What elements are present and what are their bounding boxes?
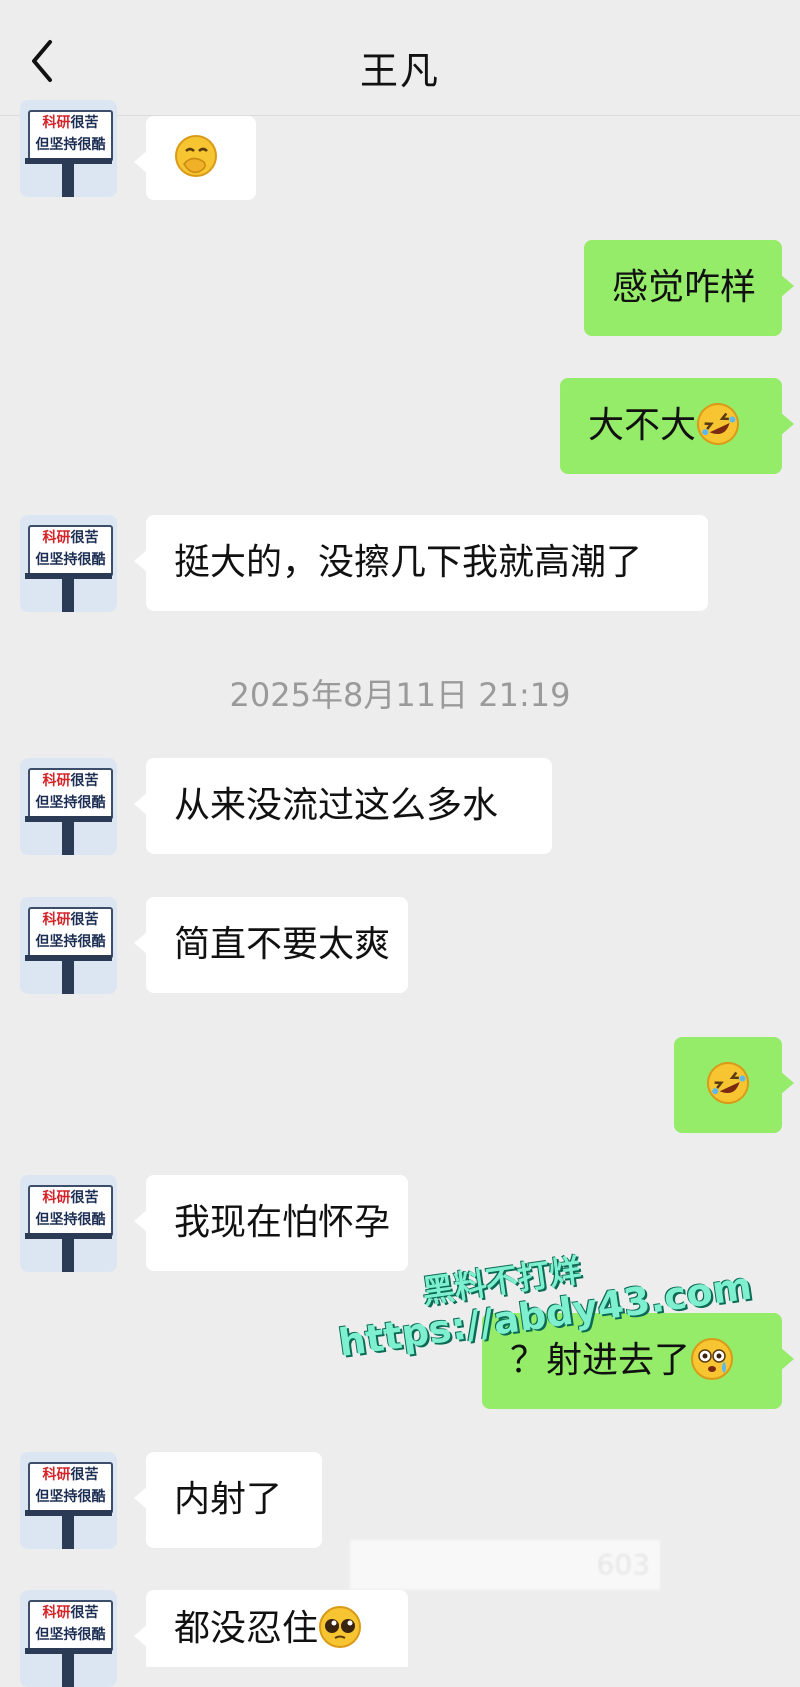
watermark-line1: 黑料不打烊	[419, 1251, 584, 1312]
message-text: ？射进去了	[510, 1340, 691, 1381]
avatar-sign: 科研很苦 但坚持很酷	[28, 1462, 113, 1514]
message-bubble[interactable]: 从来没流过这么多水	[134, 758, 552, 854]
chat-header: 王凡	[0, 0, 800, 116]
message-text: 感觉咋样	[612, 267, 757, 308]
rolling-on-floor-laughing-icon	[707, 1062, 749, 1104]
avatar[interactable]: 科研很苦 但坚持很酷	[20, 515, 117, 612]
message-text: 从来没流过这么多水	[174, 785, 499, 826]
avatar[interactable]: 科研很苦 但坚持很酷	[20, 1452, 117, 1549]
chat-title: 王凡	[359, 49, 440, 93]
message-bubble[interactable]: ？射进去了	[482, 1313, 794, 1409]
timestamp: 2025年8月11日 21:19	[229, 676, 571, 714]
avatar-sign: 科研很苦 但坚持很酷	[28, 1185, 113, 1237]
message-text: 简直不要太爽	[174, 924, 391, 965]
face-with-hand-over-mouth-icon	[175, 135, 217, 177]
message-bubble[interactable]: 内射了	[134, 1452, 322, 1548]
avatar[interactable]: 科研很苦 但坚持很酷	[20, 897, 117, 994]
rolling-on-floor-laughing-icon	[697, 403, 740, 445]
avatar[interactable]: 科研很苦 但坚持很酷	[20, 758, 117, 855]
message-bubble[interactable]: 大不大	[560, 378, 794, 474]
pleading-face-icon	[319, 1606, 362, 1648]
flushed-face-icon	[691, 1338, 734, 1380]
avatar-sign: 科研很苦 但坚持很酷	[28, 525, 113, 577]
message-text: 挺大的，没擦几下我就高潮了	[174, 542, 643, 583]
message-bubble[interactable]: 我现在怕怀孕	[134, 1175, 408, 1271]
avatar-sign: 科研很苦 但坚持很酷	[28, 110, 113, 162]
message-text: 我现在怕怀孕	[174, 1202, 391, 1243]
message-text: 都没忍住	[174, 1608, 319, 1649]
message-bubble[interactable]	[134, 116, 256, 200]
message-bubble[interactable]: 感觉咋样	[584, 240, 794, 336]
avatar[interactable]: 科研很苦 但坚持很酷	[20, 100, 117, 197]
avatar[interactable]: 科研很苦 但坚持很酷	[20, 1590, 117, 1687]
message-text: 内射了	[174, 1479, 283, 1520]
message-bubble[interactable]: 都没忍住	[134, 1590, 408, 1667]
avatar[interactable]: 科研很苦 但坚持很酷	[20, 1175, 117, 1272]
avatar-sign: 科研很苦 但坚持很酷	[28, 1600, 113, 1652]
message-bubble[interactable]: 挺大的，没擦几下我就高潮了	[134, 515, 708, 611]
blurred-overlay: 603	[350, 1540, 660, 1590]
message-bubble[interactable]	[674, 1037, 794, 1133]
avatar-sign: 科研很苦 但坚持很酷	[28, 907, 113, 959]
avatar-sign: 科研很苦 但坚持很酷	[28, 768, 113, 820]
message-bubble[interactable]: 简直不要太爽	[134, 897, 408, 993]
message-text: 大不大	[588, 405, 697, 446]
